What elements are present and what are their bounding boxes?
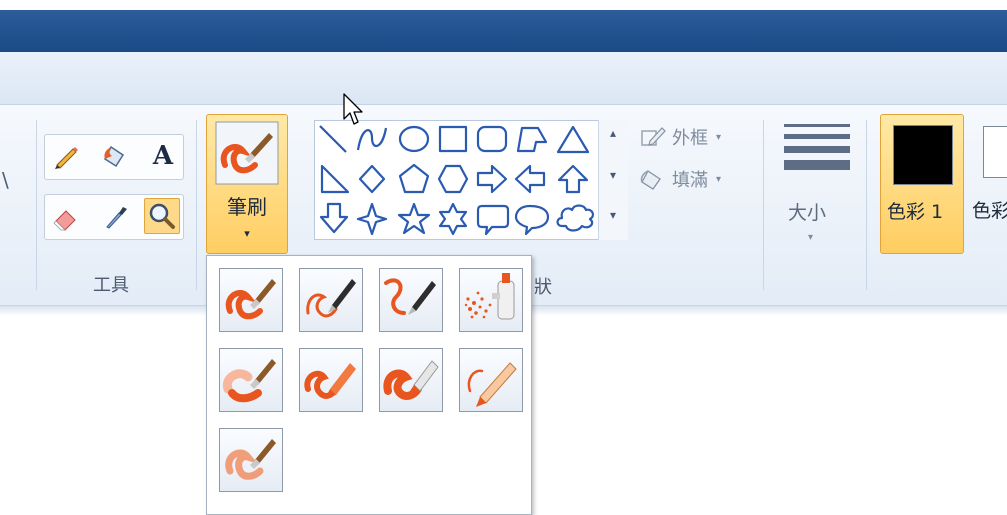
outline-button[interactable]: 外框 ▾ xyxy=(640,124,721,150)
group-separator xyxy=(196,120,197,290)
color-picker-icon xyxy=(106,207,127,229)
fill-label: 填滿 xyxy=(672,170,708,191)
rectangle-shape-icon xyxy=(438,125,468,153)
group-separator xyxy=(763,120,764,290)
window-title-bar xyxy=(0,0,1007,52)
group-separator xyxy=(866,120,867,290)
fill-tool-button[interactable] xyxy=(99,139,133,173)
size-line-thick xyxy=(784,146,850,153)
size-dropdown-arrow: ▾ xyxy=(808,232,814,243)
brush-icon xyxy=(225,279,276,320)
shapes-gallery-expand[interactable]: ▾ xyxy=(599,208,627,222)
rounded-rectangle-shape-icon xyxy=(476,125,508,153)
mouse-cursor-icon xyxy=(343,93,363,125)
right-triangle-shape-icon xyxy=(320,164,350,194)
size-label: 大小 xyxy=(788,202,827,224)
fill-bucket-icon xyxy=(640,170,661,190)
hexagon-shape-icon xyxy=(437,164,469,194)
brush-option-crayon[interactable] xyxy=(299,348,363,412)
outline-dropdown-arrow: ▾ xyxy=(716,131,722,143)
magnifier-icon xyxy=(149,203,175,229)
color1-swatch xyxy=(893,125,953,185)
shapes-group-label: 狀 xyxy=(534,277,552,298)
calligraphy-pen-icon xyxy=(306,279,356,318)
size-line-thickest xyxy=(784,160,850,170)
natural-pencil-icon xyxy=(467,362,517,407)
eraser-tool-button[interactable] xyxy=(49,199,83,233)
brush-option-natural-pencil[interactable] xyxy=(459,348,523,412)
shapes-gallery-icons xyxy=(319,125,595,236)
brushes-dropdown-arrow: ▾ xyxy=(244,227,250,240)
calligraphy-pen-icon xyxy=(384,278,436,315)
polygon-shape-icon xyxy=(516,126,548,153)
watercolor-brush-icon xyxy=(225,439,276,480)
left-arrow-shape-icon xyxy=(514,164,546,194)
cut-off-label: \ xyxy=(2,168,9,192)
brush-icon xyxy=(215,121,279,185)
color2-swatch[interactable] xyxy=(983,126,1007,178)
shapes-scroll-down[interactable]: ▾ xyxy=(599,168,627,182)
brushes-label: 筆刷 xyxy=(227,195,267,219)
brush-option-brush[interactable] xyxy=(219,268,283,332)
pencil-icon xyxy=(55,147,78,169)
brush-option-airbrush[interactable] xyxy=(459,268,523,332)
size-line-medium xyxy=(784,134,850,139)
brushes-button[interactable]: 筆刷 ▾ xyxy=(206,114,288,254)
oil-brush-icon xyxy=(222,359,276,403)
pentagon-shape-icon xyxy=(398,163,430,194)
group-separator xyxy=(36,120,37,290)
line-shape-icon xyxy=(319,125,347,153)
fill-button[interactable]: 填滿 ▾ xyxy=(640,166,721,192)
four-point-star-shape-icon xyxy=(356,202,388,236)
text-icon: A xyxy=(152,141,174,171)
tools-group-label: 工具 xyxy=(93,275,129,296)
pencil-tool-button[interactable] xyxy=(49,139,83,173)
fill-dropdown-arrow: ▾ xyxy=(716,173,722,185)
cloud-callout-shape-icon xyxy=(556,204,595,232)
right-arrow-shape-icon xyxy=(476,164,508,194)
shapes-scroll-up[interactable]: ▴ xyxy=(599,126,627,140)
up-arrow-shape-icon xyxy=(557,164,589,194)
color1-label: 色彩 1 xyxy=(887,201,944,223)
outline-label: 外框 xyxy=(672,128,708,149)
ribbon-tab-strip xyxy=(0,52,1007,105)
five-point-star-shape-icon xyxy=(397,202,431,235)
color2-label[interactable]: 色彩 xyxy=(972,196,1007,223)
diamond-shape-icon xyxy=(358,164,386,194)
brush-option-watercolor[interactable] xyxy=(219,428,283,492)
marker-icon xyxy=(383,360,439,400)
size-button[interactable] xyxy=(784,124,850,170)
down-arrow-shape-icon xyxy=(319,202,349,234)
rounded-callout-shape-icon xyxy=(476,204,510,236)
oval-callout-shape-icon xyxy=(514,204,550,236)
brush-option-calligraphy-2[interactable] xyxy=(379,268,443,332)
crayon-icon xyxy=(304,363,356,399)
airbrush-icon xyxy=(464,273,515,320)
brush-option-oil-brush[interactable] xyxy=(219,348,283,412)
color1-button[interactable]: 色彩 1 xyxy=(880,114,964,254)
fill-bucket-icon xyxy=(104,145,125,168)
magnifier-tool-button[interactable] xyxy=(144,198,180,234)
triangle-shape-icon xyxy=(556,125,590,154)
oval-shape-icon xyxy=(398,125,430,153)
brushes-dropdown-menu xyxy=(206,255,532,515)
size-line-thin xyxy=(784,124,850,127)
brush-option-calligraphy-1[interactable] xyxy=(299,268,363,332)
brush-option-marker[interactable] xyxy=(379,348,443,412)
shapes-scrollbar[interactable]: ▴ ▾ ▾ xyxy=(598,120,628,240)
outline-pen-icon xyxy=(641,127,666,146)
six-point-star-shape-icon xyxy=(438,202,468,236)
text-tool-button[interactable]: A xyxy=(146,139,180,173)
curve-shape-icon xyxy=(356,127,388,151)
color-picker-tool-button[interactable] xyxy=(99,199,133,233)
eraser-icon xyxy=(53,210,76,231)
